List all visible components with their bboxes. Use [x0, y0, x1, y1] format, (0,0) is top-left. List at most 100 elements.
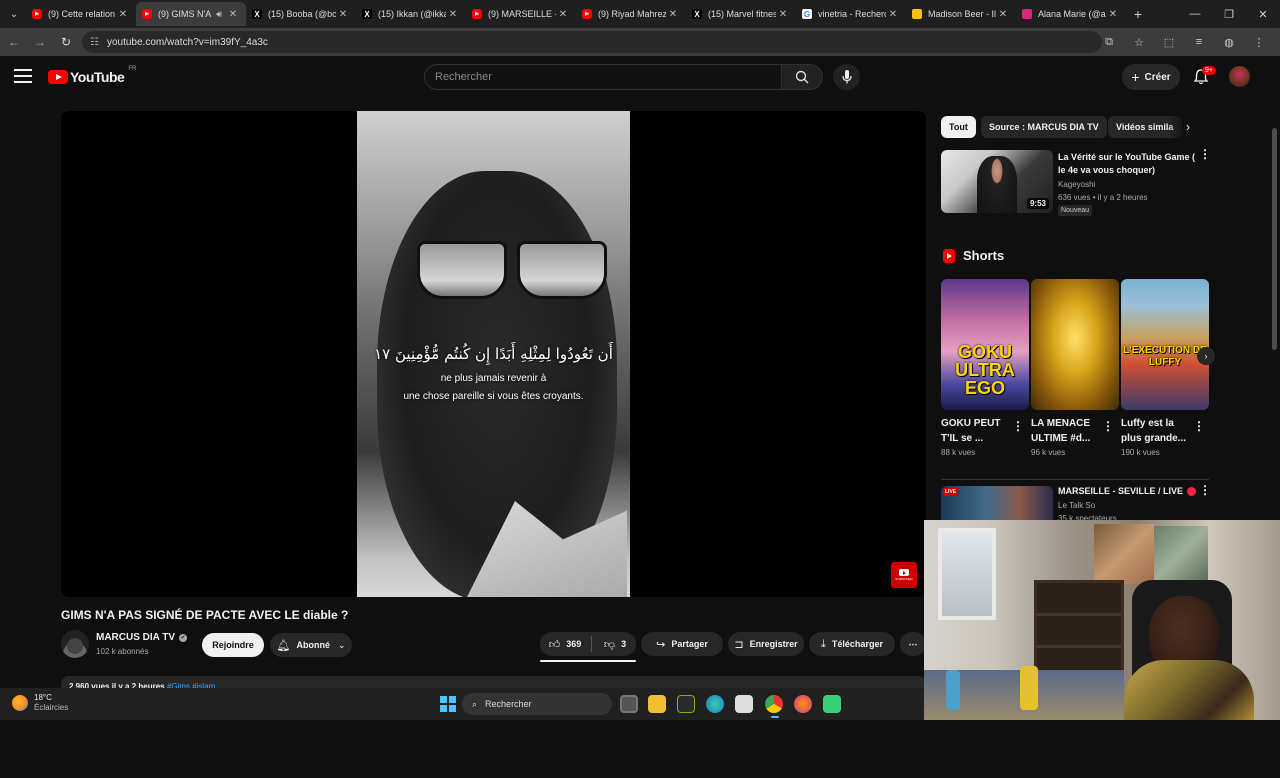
recommended-title[interactable]: La Vérité sur le YouTube Game ( le 4e va…: [1058, 151, 1198, 177]
save-button[interactable]: ⊐ Enregistrer: [728, 632, 804, 656]
browser-tab[interactable]: X (15) Marvel fitnes ✕: [686, 2, 796, 26]
subscribed-button[interactable]: 🔔︎ Abonné ⌄: [270, 633, 352, 657]
reading-list-icon[interactable]: ≡: [1186, 31, 1212, 53]
app-icon[interactable]: [823, 695, 841, 713]
close-tab-icon[interactable]: ✕: [336, 9, 350, 20]
browser-tab[interactable]: X (15) Booba (@bo ✕: [246, 2, 356, 26]
browser-tab[interactable]: Gvinetria - Recherc ✕: [796, 2, 906, 26]
browser-tab[interactable]: ▶ (9) Cette relation ✕: [26, 2, 136, 26]
more-vertical-icon[interactable]: ⋮: [1193, 420, 1205, 432]
tab-search-dropdown-icon[interactable]: ⌄: [2, 3, 26, 25]
address-bar[interactable]: ☷ youtube.com/watch?v=im39fY_4a3c: [82, 31, 1102, 53]
restore-icon[interactable]: ❐: [1212, 0, 1246, 28]
browser-tab[interactable]: X (15) Ikkan (@ikka ✕: [356, 2, 466, 26]
instagram-icon: [1022, 9, 1032, 19]
chip-source[interactable]: Source : MARCUS DIA TV: [981, 116, 1107, 138]
edge-icon[interactable]: [706, 695, 724, 713]
close-tab-icon[interactable]: ✕: [996, 9, 1010, 20]
recommended-channel[interactable]: Kageyoshi: [1058, 180, 1095, 189]
dislike-button[interactable]: 👎︎ 3: [594, 632, 636, 656]
close-tab-icon[interactable]: ✕: [556, 9, 570, 20]
channel-name[interactable]: MARCUS DIA TV ✓: [96, 632, 188, 643]
more-vertical-icon[interactable]: ⋮: [1012, 420, 1024, 432]
close-tab-icon[interactable]: ✕: [886, 9, 900, 20]
more-actions-button[interactable]: ⋯: [900, 632, 926, 656]
profile-icon[interactable]: ◍: [1216, 31, 1242, 53]
menu-hamburger-icon[interactable]: [14, 69, 32, 83]
download-button[interactable]: ⤓ Télécharger: [809, 632, 895, 656]
short-title-3[interactable]: Luffy est la plus grande...: [1121, 416, 1193, 446]
taskbar-search[interactable]: ⌕ Rechercher: [462, 693, 612, 715]
weather-widget[interactable]: 18°C Éclaircies: [12, 693, 68, 713]
live-title[interactable]: MARSEILLE - SEVILLE / LIVE: [1058, 486, 1197, 496]
share-button[interactable]: ↪ Partager: [641, 632, 723, 656]
close-tab-icon[interactable]: ✕: [1106, 9, 1120, 20]
search-button[interactable]: [781, 64, 823, 90]
like-button[interactable]: 👍︎ 369: [540, 632, 590, 656]
tab-title: (9) MARSEILLE - S: [488, 9, 556, 19]
youtube-play-icon: [899, 569, 909, 576]
close-tab-icon[interactable]: ✕: [116, 9, 130, 20]
browser-tab[interactable]: Madison Beer - Il ✕: [906, 2, 1016, 26]
audio-playing-icon[interactable]: 🔊︎: [216, 9, 222, 20]
browser-tab[interactable]: ▶ (9) Riyad Mahrez ✕: [576, 2, 686, 26]
extensions-icon[interactable]: ⬚: [1156, 31, 1182, 53]
close-tab-icon[interactable]: ✕: [446, 9, 460, 20]
close-tab-icon[interactable]: ✕: [226, 9, 240, 20]
short-1-overlay: GOKU ULTRA EGO: [955, 342, 1015, 398]
search-input[interactable]: Rechercher: [424, 64, 782, 90]
chip-all[interactable]: Tout: [941, 116, 976, 138]
short-title-1[interactable]: GOKU PEUT T'IL se ...: [941, 416, 1013, 446]
task-view-icon[interactable]: [620, 695, 638, 713]
chevron-right-icon[interactable]: ›: [1186, 120, 1190, 134]
video-player[interactable]: أَن تَعُودُوا لِمِثْلِهِ أَبَدًا إِن كُن…: [61, 111, 926, 597]
tab-title: Madison Beer - Il: [928, 9, 996, 19]
browser-tab[interactable]: Alana Marie (@al ✕: [1016, 2, 1126, 26]
youtube-logo[interactable]: YouTube FR: [48, 66, 136, 85]
create-button[interactable]: + Créer: [1122, 64, 1180, 90]
tab-title: Alana Marie (@al: [1038, 9, 1106, 19]
browser-menu-icon[interactable]: ⋮: [1246, 31, 1272, 53]
short-title-2[interactable]: LA MENACE ULTIME #d...: [1031, 416, 1103, 446]
firefox-icon[interactable]: [794, 695, 812, 713]
close-tab-icon[interactable]: ✕: [666, 9, 680, 20]
reload-icon[interactable]: ↻: [54, 30, 78, 54]
more-vertical-icon[interactable]: ⋮: [1199, 148, 1211, 160]
youtube-icon: ▶: [472, 9, 482, 19]
back-arrow-icon[interactable]: ←: [2, 30, 26, 54]
bookmark-star-icon[interactable]: ☆: [1126, 31, 1152, 53]
short-thumbnail-1[interactable]: GOKU ULTRA EGO: [941, 279, 1029, 410]
webcam-poster-shape: [1154, 526, 1208, 582]
account-avatar[interactable]: [1229, 66, 1250, 87]
file-explorer-icon[interactable]: [648, 695, 666, 713]
new-tab-button[interactable]: +: [1126, 6, 1150, 22]
short-thumbnail-2[interactable]: [1031, 279, 1119, 410]
chip-all-label: Tout: [949, 122, 968, 132]
live-thumbnail[interactable]: LIVE: [941, 486, 1053, 520]
windows-start-icon[interactable]: [440, 696, 456, 712]
browser-tab[interactable]: ▶ (9) GIMS N'A 🔊︎ ✕: [136, 2, 246, 26]
short-thumbnail-3[interactable]: L'EXECUTION DE LUFFY: [1121, 279, 1209, 410]
store-icon[interactable]: [735, 695, 753, 713]
scrollbar-thumb[interactable]: [1272, 128, 1277, 350]
channel-watermark-subscribe[interactable]: S'ABONNER: [891, 562, 917, 588]
chrome-icon[interactable]: [765, 695, 783, 713]
live-channel[interactable]: Le Talk So: [1058, 501, 1095, 510]
nvidia-icon[interactable]: [677, 695, 695, 713]
join-button[interactable]: Rejoindre: [202, 633, 264, 657]
forward-arrow-icon[interactable]: →: [28, 30, 52, 54]
create-label: Créer: [1144, 71, 1171, 83]
bell-icon: 🔔︎: [276, 639, 291, 652]
shorts-next-arrow-icon[interactable]: ›: [1197, 347, 1215, 365]
voice-search-button[interactable]: [833, 64, 860, 90]
minimize-icon[interactable]: —: [1178, 0, 1212, 28]
more-vertical-icon[interactable]: ⋮: [1102, 420, 1114, 432]
recommended-thumbnail[interactable]: 9:53: [941, 150, 1053, 213]
browser-tab[interactable]: ▶ (9) MARSEILLE - S✕: [466, 2, 576, 26]
channel-avatar[interactable]: [61, 630, 89, 658]
close-tab-icon[interactable]: ✕: [776, 9, 790, 20]
more-vertical-icon[interactable]: ⋮: [1199, 484, 1211, 496]
close-window-icon[interactable]: ✕: [1246, 0, 1280, 28]
cast-icon[interactable]: ⧉: [1096, 31, 1122, 53]
site-info-icon[interactable]: ☷: [90, 37, 99, 48]
